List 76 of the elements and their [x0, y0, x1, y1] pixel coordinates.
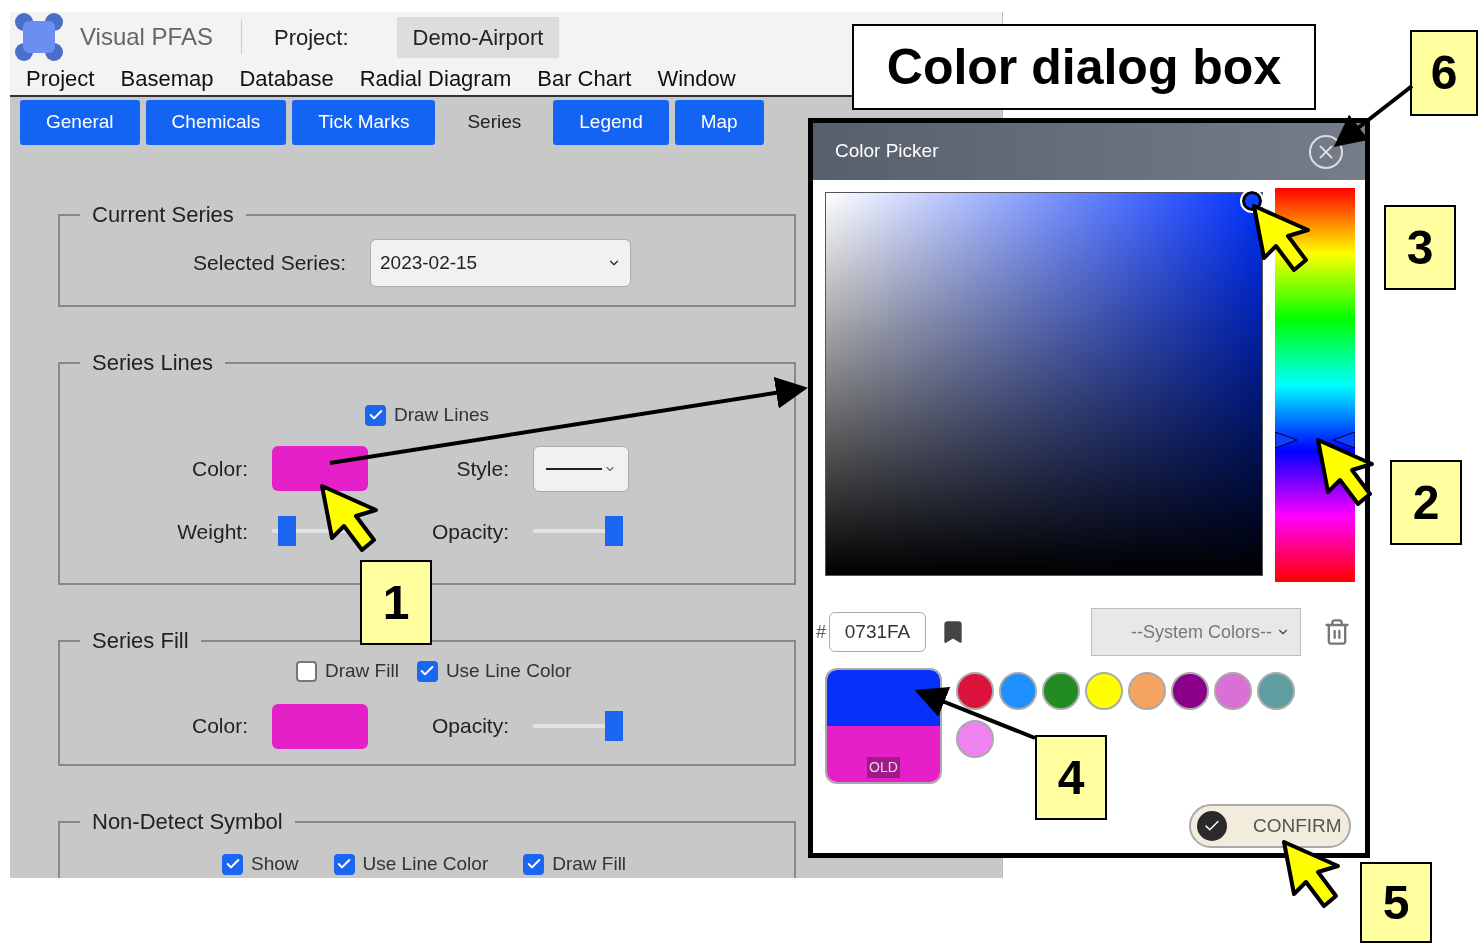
slider-thumb[interactable]	[605, 711, 623, 741]
tab[interactable]: Series	[441, 100, 548, 145]
system-colors-dropdown[interactable]: --System Colors--	[1091, 608, 1301, 656]
color-swatch[interactable]	[1085, 672, 1123, 710]
checkbox[interactable]	[416, 660, 438, 682]
group-title: Series Lines	[91, 349, 215, 377]
pointer-cursor-icon	[320, 484, 378, 552]
color-swatch[interactable]	[956, 672, 994, 710]
menu-item[interactable]: Project	[26, 62, 95, 95]
group-title: Current Series	[91, 201, 235, 229]
checkbox[interactable]	[365, 404, 386, 426]
color-swatch[interactable]	[272, 446, 368, 491]
field-label: Selected Series:	[192, 250, 346, 277]
saturation-brightness-area[interactable]	[825, 192, 1263, 576]
checkbox-label: Use Line Color	[362, 852, 489, 876]
hex-input[interactable]: 0731FA	[829, 612, 926, 652]
checkbox-label: Draw Fill	[552, 852, 627, 876]
callout-number: 3	[1384, 205, 1456, 290]
callout-number: 5	[1360, 862, 1432, 943]
tab[interactable]: Chemicals	[145, 100, 287, 145]
series-dropdown[interactable]: 2023-02-15	[370, 239, 631, 287]
field-label: Weight:	[176, 518, 248, 545]
project-name: Demo-Airport	[396, 16, 560, 58]
color-swatch[interactable]	[999, 672, 1037, 710]
tab[interactable]: Map	[674, 100, 764, 145]
tab[interactable]: Tick Marks	[292, 100, 436, 145]
checkbox[interactable]	[523, 853, 545, 875]
group-title: Series Fill	[91, 627, 190, 655]
checkbox[interactable]	[333, 853, 355, 875]
caption-box: Color dialog box	[852, 24, 1316, 110]
checkbox-label: Show	[251, 852, 299, 876]
color-swatch[interactable]	[272, 703, 368, 749]
hex-prefix: #	[816, 620, 826, 644]
hue-slider-handle[interactable]	[1275, 432, 1355, 449]
project-label: Project:	[273, 23, 349, 52]
callout-number: 2	[1390, 460, 1462, 545]
checkbox-label: Draw Fill	[325, 659, 399, 683]
color-swatch[interactable]	[1042, 672, 1080, 710]
menu-item[interactable]: Window	[657, 62, 736, 95]
field-label: Color:	[190, 455, 248, 482]
slider-thumb[interactable]	[277, 516, 296, 547]
menu-item[interactable]: Radial Diagram	[359, 62, 512, 95]
callout-number: 1	[360, 560, 432, 645]
checkbox[interactable]	[222, 853, 243, 875]
pointer-cursor-icon	[1252, 204, 1310, 272]
menu-item[interactable]: Bar Chart	[537, 62, 632, 95]
logo-icon	[14, 12, 64, 62]
hue-slider[interactable]	[1275, 188, 1355, 582]
dialog-title: Color Picker	[835, 139, 939, 164]
checkbox-label: Draw Lines	[394, 403, 490, 427]
color-swatch[interactable]	[1257, 672, 1295, 710]
checkbox[interactable]	[296, 660, 317, 682]
callout-number: 4	[1035, 735, 1107, 820]
line-style-dropdown[interactable]	[533, 445, 629, 492]
old-color-label: OLD	[867, 757, 900, 778]
group-title: Non-Detect Symbol	[91, 808, 284, 836]
app-name: Visual PFAS	[80, 22, 213, 52]
field-label: Color:	[190, 713, 248, 740]
tab[interactable]: General	[20, 100, 140, 145]
menu-item[interactable]: Database	[239, 62, 334, 95]
slider-thumb[interactable]	[605, 516, 623, 547]
check-icon	[1197, 811, 1227, 841]
trash-icon[interactable]	[1323, 618, 1351, 646]
close-button[interactable]	[1309, 134, 1343, 169]
tab[interactable]: Legend	[553, 100, 669, 145]
field-label: Opacity:	[430, 713, 509, 740]
checkbox-label: Use Line Color	[445, 659, 572, 683]
field-label: Opacity:	[430, 518, 509, 545]
menu-item[interactable]: Basemap	[120, 62, 214, 95]
color-swatch[interactable]	[1171, 672, 1209, 710]
field-label: Style:	[455, 455, 509, 482]
callout-number: 6	[1410, 30, 1478, 116]
color-swatch[interactable]	[1214, 672, 1252, 710]
confirm-button[interactable]: CONFIRM	[1189, 804, 1351, 848]
color-swatch[interactable]	[956, 720, 994, 758]
color-swatch[interactable]	[1128, 672, 1166, 710]
